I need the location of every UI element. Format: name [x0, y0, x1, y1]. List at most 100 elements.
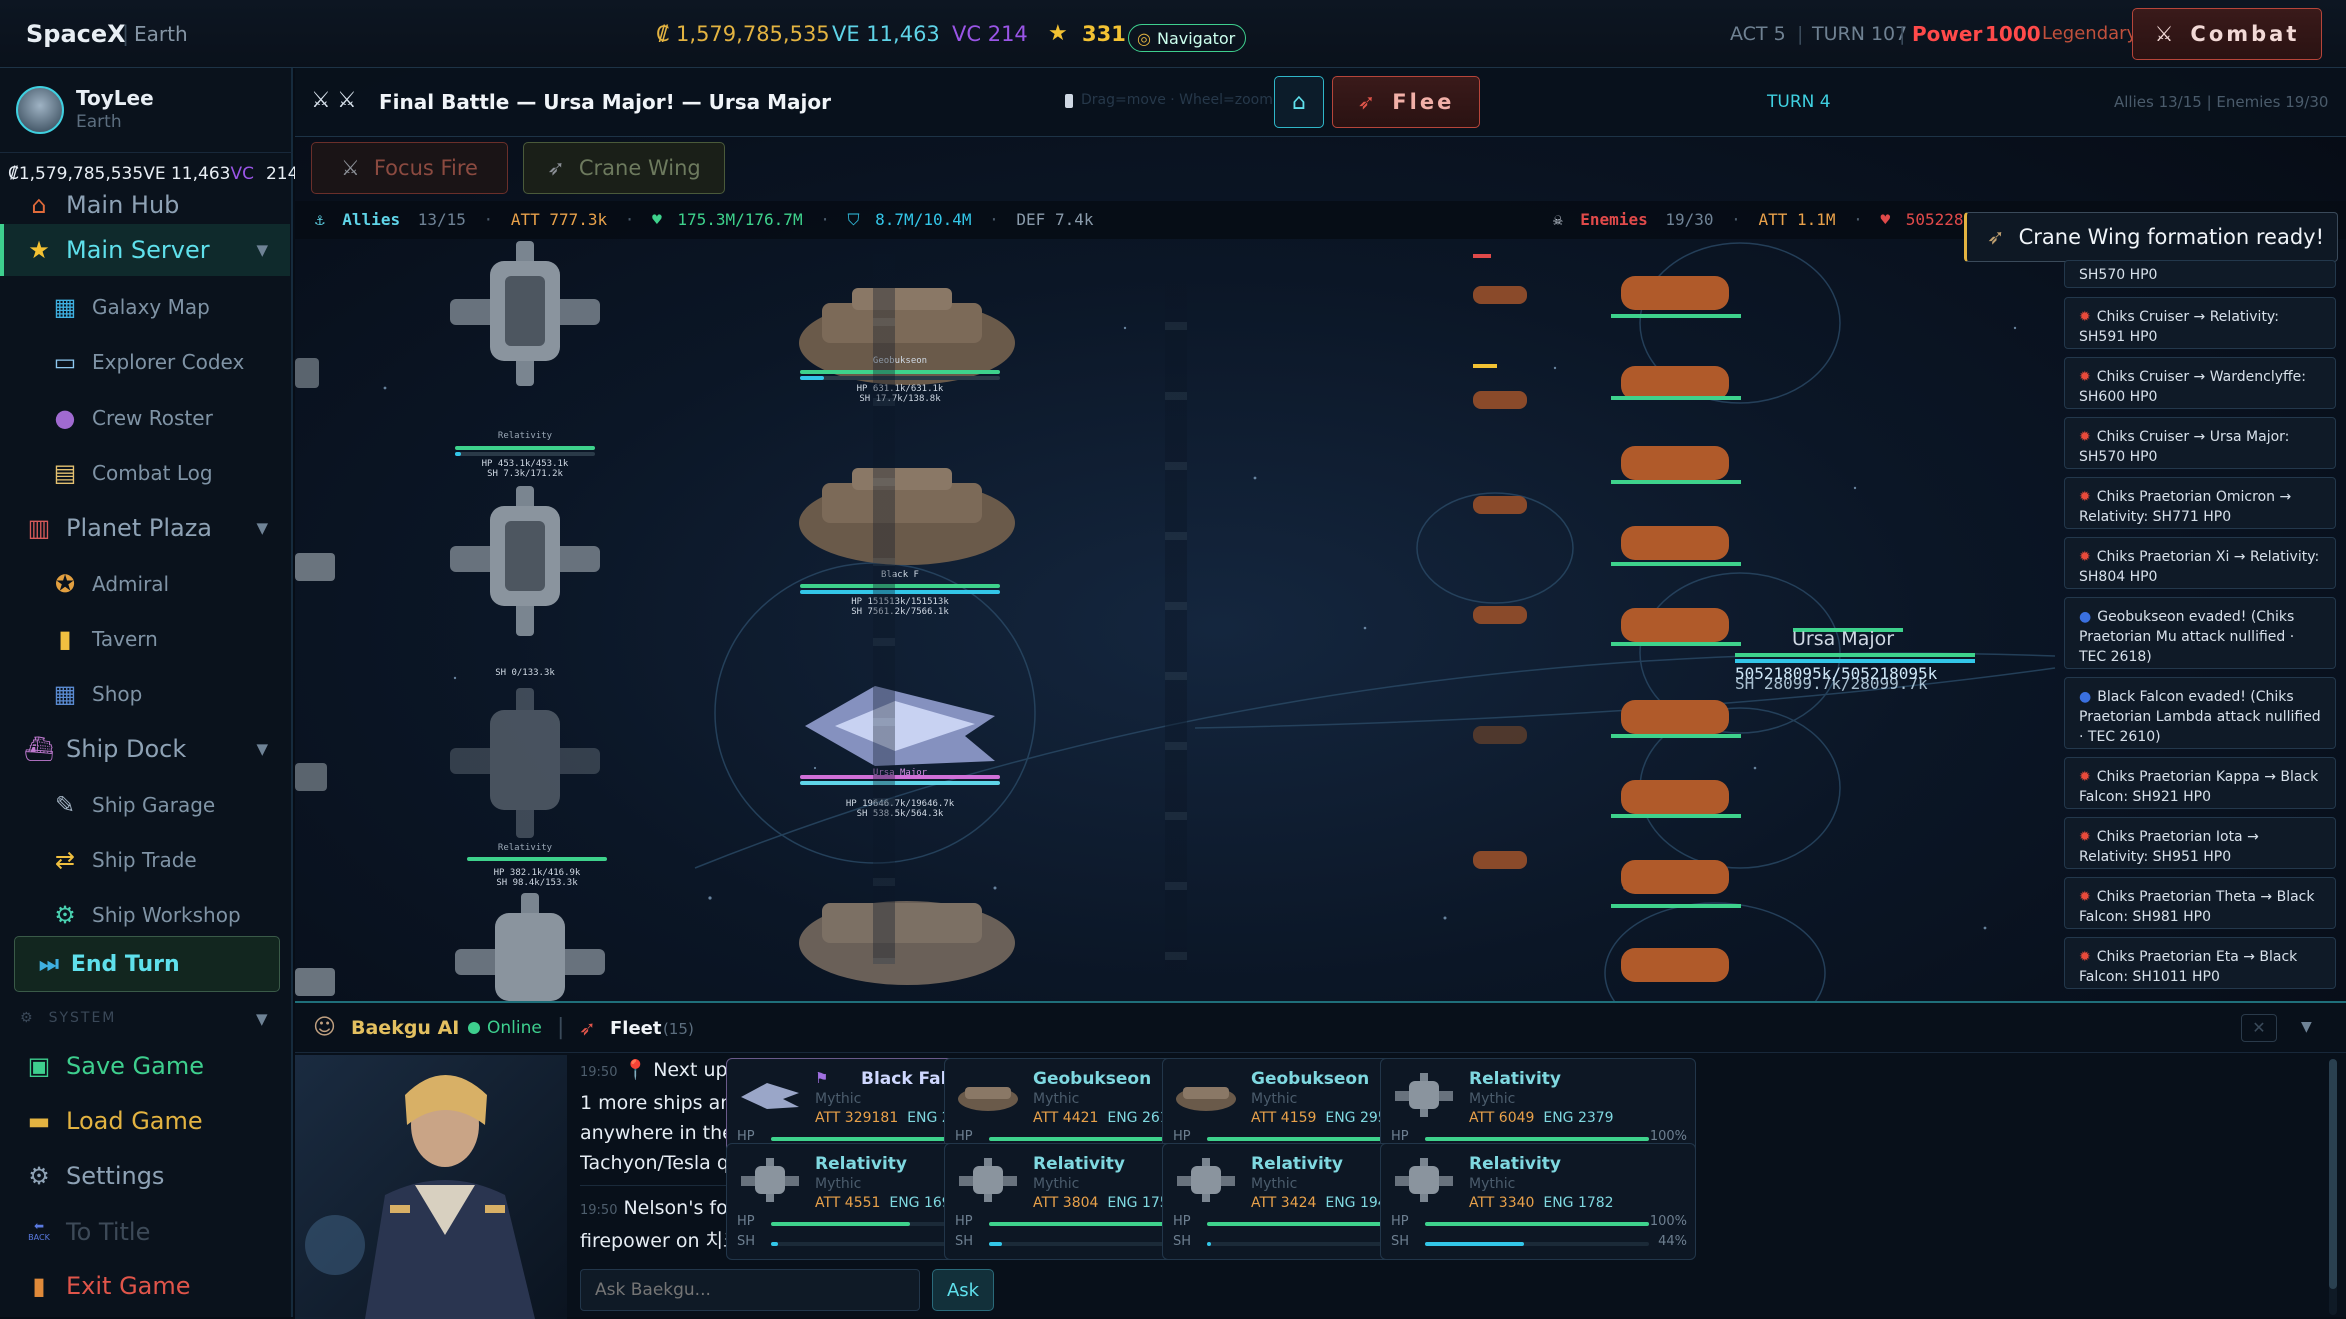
ally-ship-relativity[interactable]	[455, 893, 605, 1001]
log-entry: ✹ Chiks Praetorian Omicron → Relativity: …	[2064, 477, 2336, 529]
ally-ship-station[interactable]	[450, 421, 600, 661]
combat-button[interactable]: ⚔ Combat	[2132, 8, 2322, 60]
home-icon: ⌂	[1292, 89, 1306, 115]
online-dot	[468, 1022, 480, 1034]
sidebar: ToyLee Earth ₡1,579,785,535VE 11,463VC 21…	[0, 68, 298, 1317]
sidebar-item-save-game[interactable]: ▣ Save Game	[0, 1040, 290, 1092]
explosion-icon: ✹	[2079, 949, 2091, 965]
chevron-down-icon[interactable]: ▼	[256, 1010, 268, 1028]
fleet-scrollbar[interactable]	[2329, 1059, 2337, 1315]
ask-input[interactable]	[580, 1269, 920, 1311]
chevron-down-icon: ▼	[256, 740, 268, 758]
fleet-card[interactable]: Relativity Mythic ATT 3340 ENG 1782 HP SH 100…	[1380, 1143, 1696, 1260]
gear-icon: ⚙	[28, 1162, 50, 1190]
ship-name: Geobukseon	[1033, 1069, 1152, 1089]
skull-icon: ☠	[1553, 210, 1563, 229]
rank-badge: ◎ Navigator	[1128, 24, 1247, 52]
log-entry: SH570 HP0	[2064, 260, 2336, 288]
act-label: ACT 5	[1730, 23, 1786, 45]
crossed-swords-icon: ⚔	[341, 156, 360, 180]
ship-stats: ATT 4551 ENG 1695	[815, 1195, 960, 1211]
rank-label: Navigator	[1156, 28, 1236, 48]
bottom-panel: ☺ Baekgu AI Online | ➶ Fleet (15) ✕ ▼ 19…	[295, 1001, 2346, 1319]
sidebar-item-main-server[interactable]: ★ Main Server ▼	[0, 224, 290, 276]
sidebar-item-crew-roster[interactable]: ● Crew Roster	[0, 392, 290, 444]
compass-icon: ◎	[1137, 28, 1151, 48]
sidebar-item-combat-log[interactable]: ▤ Combat Log	[0, 447, 290, 499]
crane-icon: ➶	[1987, 225, 2005, 249]
sidebar-item-galaxy-map[interactable]: ▦ Galaxy Map	[0, 281, 290, 333]
log-entry: ✹ Chiks Cruiser → Ursa Major: SH570 HP0	[2064, 417, 2336, 469]
home-button[interactable]: ⌂	[1274, 76, 1324, 128]
shop-icon: ▦	[53, 680, 77, 708]
drag-handle[interactable]	[1065, 94, 1073, 108]
sidebar-item-main-hub[interactable]: ⌂ Main Hub	[0, 186, 290, 224]
ship-thumbnail	[1177, 1158, 1235, 1202]
fleet-tab[interactable]: Fleet	[610, 1018, 662, 1039]
sidebar-item-ship-workshop[interactable]: ⚙ Ship Workshop	[0, 889, 290, 941]
sidebar-item-ship-trade[interactable]: ⇄ Ship Trade	[0, 834, 290, 886]
unit-counts: Allies 13/15 | Enemies 19/30	[2114, 93, 2329, 111]
star-icon: ★	[1048, 21, 1068, 46]
ship-thumbnail	[958, 1087, 1018, 1111]
close-icon[interactable]: ✕	[2241, 1014, 2277, 1042]
sidebar-item-planet-plaza[interactable]: ▥ Planet Plaza ▼	[0, 502, 290, 554]
hp-fill	[1425, 1222, 1649, 1226]
skip-forward-icon: ⏭	[39, 951, 59, 977]
rocket-icon: ➶	[1357, 90, 1379, 114]
sidebar-item-settings[interactable]: ⚙ Settings	[0, 1150, 290, 1202]
save-icon: ▣	[27, 1052, 51, 1080]
sidebar-item-shop[interactable]: ▦ Shop	[0, 668, 290, 720]
explosion-icon: ✹	[2079, 829, 2091, 845]
chevron-down-icon[interactable]: ▼	[2301, 1019, 2312, 1035]
log-entry: ● Geobukseon evaded! (Chiks Praetorian Mu…	[2064, 597, 2336, 669]
ally-ship-black-falcon[interactable]	[792, 438, 1022, 588]
battle-view[interactable]: ⚔ ⚔ Final Battle — Ursa Major! — Ursa Ma…	[295, 68, 2346, 1001]
sidebar-item-ship-garage[interactable]: ✎ Ship Garage	[0, 779, 290, 831]
sidebar-item-load-game[interactable]: ▬ Load Game	[0, 1095, 290, 1147]
end-turn-button[interactable]: ⏭ End Turn	[14, 936, 280, 992]
hp-fill	[989, 1222, 1182, 1226]
ship-stats: ATT 4159 ENG 2954	[1251, 1110, 1396, 1126]
turn-indicator: TURN 4	[1767, 92, 1831, 112]
building-icon: ▥	[27, 514, 51, 542]
clipboard-icon: ▤	[53, 459, 77, 487]
log-entry: ✹ Chiks Cruiser → Relativity: SH591 HP0	[2064, 297, 2336, 349]
ask-button[interactable]: Ask	[932, 1269, 994, 1311]
sidebar-item-admiral[interactable]: ✪ Admiral	[0, 558, 290, 610]
log-entry: ● Black Falcon evaded! (Chiks Praetorian …	[2064, 677, 2336, 749]
fleet-count: (15)	[663, 1020, 694, 1038]
sidebar-currency: ₡1,579,785,535VE 11,463VC 214	[8, 164, 299, 184]
sidebar-item-exit-game[interactable]: ▮ Exit Game	[0, 1260, 290, 1312]
boss-sh: SH 28099.7k/28099.7k	[1735, 674, 1928, 693]
crane-wing-button[interactable]: ➶ Crane Wing	[523, 142, 725, 194]
system-section-label: ⚙ SYSTEM	[20, 1010, 117, 1026]
hp-track	[1425, 1137, 1649, 1141]
avatar[interactable]	[16, 86, 64, 134]
sidebar-item-tavern[interactable]: ▮ Tavern	[0, 613, 290, 665]
ally-ship-relativity[interactable]	[450, 688, 600, 838]
workshop-icon: ⚙	[54, 901, 76, 929]
hp-fill	[1425, 1137, 1649, 1141]
hp-fill	[771, 1222, 910, 1226]
brand-logo[interactable]: SpaceX	[26, 0, 126, 68]
sidebar-item-explorer-codex[interactable]: ▭ Explorer Codex	[0, 336, 290, 388]
back-icon: ⬅ BACK	[28, 1219, 50, 1242]
ship-rarity: Mythic	[1033, 1091, 1080, 1107]
log-entry: ✹ Chiks Praetorian Kappa → Black Falcon: …	[2064, 757, 2336, 809]
ally-ship-relativity[interactable]	[450, 241, 600, 386]
sidebar-item-ship-dock[interactable]: ⛴ Ship Dock ▼	[0, 723, 290, 775]
controls-hint: Drag=move · Wheel=zoom	[1081, 92, 1273, 108]
explosion-icon: ✹	[2079, 769, 2091, 785]
focus-fire-button[interactable]: ⚔ Focus Fire	[311, 142, 508, 194]
top-bar: SpaceX | Earth ₡ 1,579,785,535 VE 11,463…	[0, 0, 2346, 68]
star-icon: ★	[28, 236, 50, 264]
enemy-cruiser-column	[1465, 254, 1535, 966]
ally-ship-geobukseon[interactable]	[792, 858, 1022, 998]
sidebar-item-to-title[interactable]: ⬅ BACK To Title	[0, 1206, 290, 1258]
ship-stats: ATT 6049 ENG 2379	[1469, 1110, 1614, 1126]
allies-stats: ⚓ Allies 13/15 · ATT 777.3k · ♥ 175.3M/1…	[315, 210, 1094, 229]
flee-button[interactable]: ➶ Flee	[1332, 76, 1480, 128]
formation-toast: ➶ Crane Wing formation ready!	[1964, 212, 2338, 262]
ship-icon: ⛴	[23, 735, 55, 763]
